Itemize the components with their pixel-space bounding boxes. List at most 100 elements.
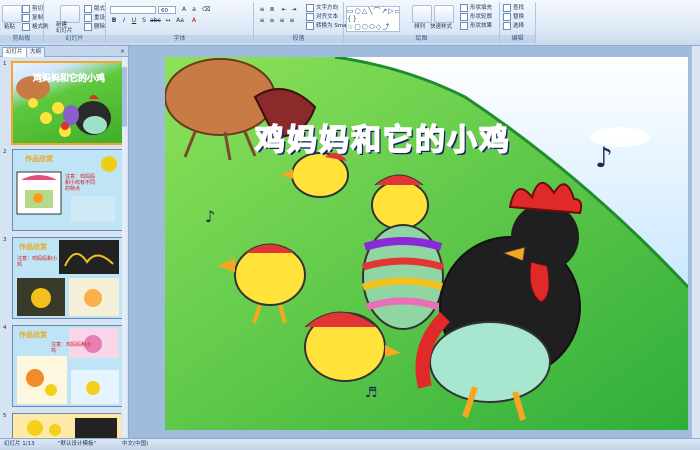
slide-number: 2 <box>3 149 7 155</box>
shapes-gallery[interactable]: ▭○△╲⌒↗▷▭ {}☆▢⬡⬭◇⤴ <box>346 6 400 32</box>
tab-slides[interactable]: 幻灯片 <box>2 47 27 57</box>
align-text-button[interactable]: 对齐文本 <box>306 12 338 21</box>
svg-text:♪: ♪ <box>595 141 613 174</box>
slide-5-illustration <box>27 418 117 438</box>
panel-tabs: 幻灯片 大纲 × <box>0 46 128 57</box>
bold-button[interactable]: B <box>110 17 118 25</box>
select-button[interactable]: 选择 <box>503 21 524 30</box>
shape-fill-button[interactable]: 形状填充 <box>460 3 492 12</box>
replace-icon <box>503 12 511 21</box>
reset-button[interactable]: 重设 <box>84 13 105 22</box>
font-size-select[interactable]: 60 <box>158 6 176 14</box>
fill-icon <box>460 3 468 12</box>
drawing-group: ▭○△╲⌒↗▷▭ {}☆▢⬡⬭◇⤴ 排列 快速样式 形状填充 形状轮廓 形状效果 … <box>344 2 500 43</box>
slide-number: 5 <box>3 413 7 419</box>
paste-label: 粘贴 <box>4 24 16 30</box>
copy-button[interactable]: 复制 <box>22 13 43 22</box>
delete-icon <box>84 22 92 31</box>
panel-scroll-thumb[interactable] <box>122 67 127 127</box>
smartart-icon <box>306 21 314 30</box>
select-icon <box>503 21 511 30</box>
layout-button[interactable]: 版式 <box>84 4 105 13</box>
font-color-button[interactable]: A <box>190 17 198 25</box>
paste-button[interactable] <box>2 5 22 23</box>
svg-text:♪: ♪ <box>205 207 215 226</box>
text-direction-icon <box>306 3 314 12</box>
paragraph-group-label: 段落 <box>254 35 343 43</box>
decorated-egg <box>361 224 445 330</box>
bullets-button[interactable]: ≡ <box>258 6 266 14</box>
shape-outline-button[interactable]: 形状轮廓 <box>460 12 492 21</box>
editing-group: 查找 替换 选择 编辑 <box>500 2 536 43</box>
arrange-label: 排列 <box>414 24 426 30</box>
svg-text:♬: ♬ <box>365 385 378 401</box>
slide-illustration: ♪ ♪ ♬ <box>165 57 688 430</box>
numbering-button[interactable]: ≣ <box>268 6 276 14</box>
close-panel-icon[interactable]: × <box>120 47 125 56</box>
spacing-button[interactable]: ↔ <box>164 17 172 25</box>
slide-4-thumb-caption: 注意：鸡妈妈和小鸡 <box>51 342 92 354</box>
slide-preview: 作品欣赏 注意：鸡妈妈和小鸡有不同的特点 <box>12 149 123 231</box>
slide-number: 4 <box>3 325 7 331</box>
drawing-group-label: 绘图 <box>344 35 499 43</box>
slide-number: 1 <box>3 61 7 67</box>
font-group: 60 A a ⌫ B I U S abc ↔ Aa A 字体 <box>106 2 254 43</box>
clear-format-button[interactable]: ⌫ <box>202 6 210 14</box>
slide-editor-area: ♪ ♪ ♬ 鸡妈妈和它的小鸡 <box>129 46 700 438</box>
slide-title[interactable]: 鸡妈妈和它的小鸡 <box>254 115 511 159</box>
cut-button[interactable]: 剪切 <box>22 4 43 13</box>
slide-2-thumb-caption: 注意：鸡妈妈和小鸡有不同的特点 <box>65 174 96 192</box>
arrange-button[interactable] <box>412 5 432 23</box>
brush-icon <box>22 22 30 31</box>
ribbon: 粘贴 剪切 复制 格式刷 剪贴板 新建 幻灯片 版式 重设 删除 幻灯片 60 … <box>0 0 700 46</box>
clipboard-group: 粘贴 剪切 复制 格式刷 剪贴板 <box>0 2 49 43</box>
new-slide-button[interactable] <box>60 5 80 23</box>
slides-panel: 幻灯片 大纲 × 1 鸡妈妈和它的小鸡 2 作品欣赏 注意：鸡妈妈和小鸡有不同的… <box>0 46 129 438</box>
italic-button[interactable]: I <box>120 17 128 25</box>
panel-scrollbar[interactable] <box>122 57 127 437</box>
align-text-icon <box>306 12 314 21</box>
slide-preview <box>12 413 121 438</box>
slide-preview: 鸡妈妈和它的小鸡 <box>11 61 124 145</box>
editor-vertical-scrollbar[interactable] <box>691 46 700 438</box>
slide-4-illustration <box>17 328 119 404</box>
new-slide-label: 新建 幻灯片 <box>56 22 73 34</box>
grow-font-button[interactable]: A <box>180 6 188 14</box>
strikethrough-button[interactable]: abc <box>150 17 161 25</box>
find-button[interactable]: 查找 <box>503 3 524 12</box>
shrink-font-button[interactable]: a <box>190 6 198 14</box>
current-slide[interactable]: ♪ ♪ ♬ 鸡妈妈和它的小鸡 <box>165 57 688 430</box>
slide-3-thumb-caption: 注意：鸡妈妈和小鸡 <box>17 256 58 268</box>
increase-indent-button[interactable]: ⇥ <box>290 6 298 14</box>
shape-effects-button[interactable]: 形状效果 <box>460 21 492 30</box>
status-bar: 幻灯片 1/13 "默认设计模板" 中文(中国) <box>0 438 700 450</box>
tab-outline[interactable]: 大纲 <box>26 47 46 57</box>
slide-thumbnail-5[interactable]: 5 <box>3 413 121 438</box>
underline-button[interactable]: U <box>130 17 138 25</box>
align-center-button[interactable]: ≡ <box>268 17 276 25</box>
quick-styles-button[interactable] <box>434 5 454 23</box>
outline-icon <box>460 12 468 21</box>
delete-slide-button[interactable]: 删除 <box>84 22 105 31</box>
slide-1-thumb-title: 鸡妈妈和它的小鸡 <box>33 74 106 84</box>
shadow-button[interactable]: S <box>140 17 148 25</box>
reset-icon <box>84 13 92 22</box>
align-right-button[interactable]: ≡ <box>278 17 286 25</box>
slide-3-illustration <box>17 240 119 316</box>
justify-button[interactable]: ≡ <box>288 17 296 25</box>
align-left-button[interactable]: ≡ <box>258 17 266 25</box>
slide-preview: 作品欣赏 注意：鸡妈妈和小鸡 <box>12 325 123 407</box>
layout-icon <box>84 4 92 13</box>
change-case-button[interactable]: Aa <box>176 17 184 25</box>
copy-icon <box>22 13 30 22</box>
quick-styles-label: 快速样式 <box>430 24 453 30</box>
find-icon <box>503 3 511 12</box>
font-name-select[interactable] <box>110 6 156 14</box>
status-language: 中文(中国) <box>122 441 149 447</box>
slide-preview: 作品欣赏 注意：鸡妈妈和小鸡 <box>12 237 123 319</box>
status-theme: "默认设计模板" <box>58 441 97 447</box>
replace-button[interactable]: 替换 <box>503 12 524 21</box>
slide-number: 3 <box>3 237 7 243</box>
text-direction-button[interactable]: 文字方向 <box>306 3 338 12</box>
decrease-indent-button[interactable]: ⇤ <box>280 6 288 14</box>
